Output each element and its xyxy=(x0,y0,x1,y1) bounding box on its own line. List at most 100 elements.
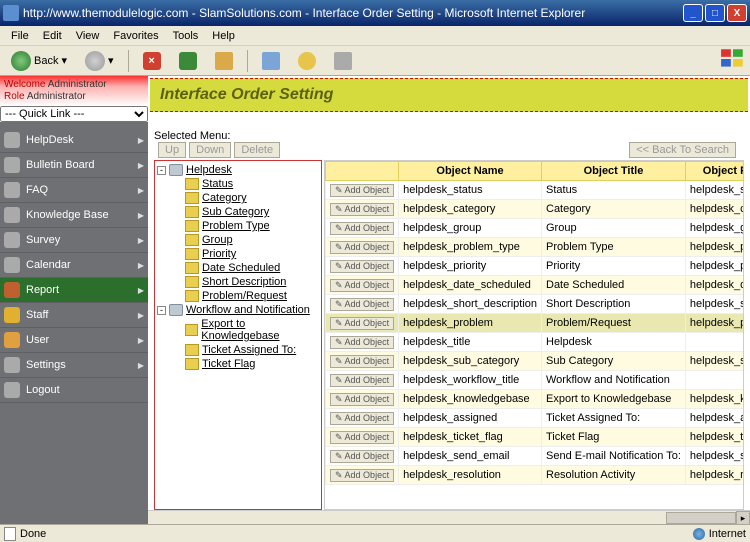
chevron-right-icon: ▶ xyxy=(138,311,144,320)
sidebar-item-helpdesk[interactable]: HelpDesk▶ xyxy=(0,128,148,153)
tree-node-label[interactable]: Short Description xyxy=(202,276,286,288)
tree-node-label[interactable]: Helpdesk xyxy=(186,164,232,176)
add-object-button[interactable]: Add Object xyxy=(330,260,394,273)
tree-node-label[interactable]: Problem Type xyxy=(202,220,270,232)
cell-object-title: Status xyxy=(542,181,686,200)
sidebar-item-settings[interactable]: Settings▶ xyxy=(0,353,148,378)
table-row[interactable]: Add Objecthelpdesk_groupGrouphelpdesk_gr… xyxy=(326,219,745,238)
tree-toggle[interactable]: - xyxy=(157,166,166,175)
sidebar-item-logout[interactable]: Logout xyxy=(0,378,148,403)
tree-node-label[interactable]: Ticket Flag xyxy=(202,358,255,370)
add-object-button[interactable]: Add Object xyxy=(330,279,394,292)
sidebar-item-bulletin-board[interactable]: Bulletin Board▶ xyxy=(0,153,148,178)
add-object-button[interactable]: Add Object xyxy=(330,393,394,406)
tree-node-label[interactable]: Priority xyxy=(202,248,236,260)
table-row[interactable]: Add Objecthelpdesk_priorityPriorityhelpd… xyxy=(326,257,745,276)
search-button[interactable] xyxy=(255,49,287,73)
favorites-button[interactable] xyxy=(291,49,323,73)
back-to-search-button[interactable]: << Back To Search xyxy=(629,142,736,158)
window-minimize-button[interactable]: _ xyxy=(683,4,703,22)
add-object-button[interactable]: Add Object xyxy=(330,241,394,254)
horizontal-scrollbar[interactable]: ▸ xyxy=(148,510,750,524)
menu-file[interactable]: File xyxy=(4,28,36,44)
add-object-button[interactable]: Add Object xyxy=(330,203,394,216)
tree-node-label[interactable]: Group xyxy=(202,234,233,246)
table-row[interactable]: Add Objecthelpdesk_sub_categorySub Categ… xyxy=(326,352,745,371)
cell-action: Add Object xyxy=(326,447,399,466)
grid-pane[interactable]: Object Name Object Title Object Field Na… xyxy=(324,160,744,510)
tree-node-label[interactable]: Export to Knowledgebase xyxy=(201,318,319,342)
table-row[interactable]: Add Objecthelpdesk_send_emailSend E-mail… xyxy=(326,447,745,466)
menu-favorites[interactable]: Favorites xyxy=(106,28,165,44)
table-row[interactable]: Add Objecthelpdesk_categoryCategoryhelpd… xyxy=(326,200,745,219)
table-row[interactable]: Add Objecthelpdesk_problem_typeProblem T… xyxy=(326,238,745,257)
add-object-button[interactable]: Add Object xyxy=(330,450,394,463)
table-row[interactable]: Add Objecthelpdesk_date_scheduledDate Sc… xyxy=(326,276,745,295)
chevron-right-icon: ▶ xyxy=(138,361,144,370)
tree-node-label[interactable]: Problem/Request xyxy=(202,290,287,302)
tree-pane[interactable]: - Helpdesk Status Category Sub Category Probl… xyxy=(154,160,322,510)
sidebar-item-staff[interactable]: Staff▶ xyxy=(0,303,148,328)
sidebar-item-knowledge-base[interactable]: Knowledge Base▶ xyxy=(0,203,148,228)
tree-node-label[interactable]: Workflow and Notification xyxy=(186,304,310,316)
sidebar-item-faq[interactable]: FAQ▶ xyxy=(0,178,148,203)
home-button[interactable] xyxy=(208,49,240,73)
add-object-button[interactable]: Add Object xyxy=(330,298,394,311)
add-object-button[interactable]: Add Object xyxy=(330,222,394,235)
forward-button[interactable]: ▾ xyxy=(78,48,121,74)
cell-object-field-name: helpdesk_priority xyxy=(685,257,744,276)
table-row[interactable]: Add Objecthelpdesk_problemProblem/Reques… xyxy=(326,314,745,333)
window-maximize-button[interactable]: □ xyxy=(705,4,725,22)
table-row[interactable]: Add Objecthelpdesk_assignedTicket Assign… xyxy=(326,409,745,428)
down-button[interactable]: Down xyxy=(189,142,231,158)
tree-node-label[interactable]: Date Scheduled xyxy=(202,262,280,274)
folder-icon xyxy=(169,164,183,176)
sidebar-item-report[interactable]: Report▶ xyxy=(0,278,148,303)
menu-edit[interactable]: Edit xyxy=(36,28,69,44)
cell-object-title: Workflow and Notification xyxy=(542,371,686,390)
add-object-button[interactable]: Add Object xyxy=(330,184,394,197)
tree-node-label[interactable]: Category xyxy=(202,192,247,204)
quicklink-select[interactable]: --- Quick Link --- xyxy=(0,106,148,122)
tree-node-label[interactable]: Sub Category xyxy=(202,206,269,218)
add-object-button[interactable]: Add Object xyxy=(330,317,394,330)
tree-node-label[interactable]: Status xyxy=(202,178,233,190)
add-object-button[interactable]: Add Object xyxy=(330,336,394,349)
table-row[interactable]: Add Objecthelpdesk_workflow_titleWorkflo… xyxy=(326,371,745,390)
menu-view[interactable]: View xyxy=(69,28,107,44)
add-object-button[interactable]: Add Object xyxy=(330,431,394,444)
sidebar-item-survey[interactable]: Survey▶ xyxy=(0,228,148,253)
ie-icon xyxy=(3,5,19,21)
table-row[interactable]: Add Objecthelpdesk_resolutionResolution … xyxy=(326,466,745,485)
tree-node-label[interactable]: Ticket Assigned To: xyxy=(202,344,296,356)
sidebar-item-user[interactable]: User▶ xyxy=(0,328,148,353)
scrollbar-thumb[interactable] xyxy=(666,512,736,524)
add-object-button[interactable]: Add Object xyxy=(330,374,394,387)
menu-help[interactable]: Help xyxy=(205,28,242,44)
scroll-right-button[interactable]: ▸ xyxy=(736,511,750,524)
up-button[interactable]: Up xyxy=(158,142,186,158)
grid-table: Object Name Object Title Object Field Na… xyxy=(325,161,744,485)
stop-button[interactable]: × xyxy=(136,49,168,73)
table-row[interactable]: Add Objecthelpdesk_ticket_flagTicket Fla… xyxy=(326,428,745,447)
add-object-button[interactable]: Add Object xyxy=(330,469,394,482)
table-row[interactable]: Add Objecthelpdesk_statusStatushelpdesk_… xyxy=(326,181,745,200)
delete-button[interactable]: Delete xyxy=(234,142,280,158)
menu-tools[interactable]: Tools xyxy=(166,28,206,44)
back-button[interactable]: Back ▾ xyxy=(4,48,74,74)
window-close-button[interactable]: X xyxy=(727,4,747,22)
tree-toggle[interactable]: - xyxy=(157,306,166,315)
sidebar-item-calendar[interactable]: Calendar▶ xyxy=(0,253,148,278)
table-row[interactable]: Add Objecthelpdesk_short_descriptionShor… xyxy=(326,295,745,314)
print-button[interactable] xyxy=(327,49,359,73)
chevron-right-icon: ▶ xyxy=(138,136,144,145)
folder-icon xyxy=(185,262,199,274)
cell-object-name: helpdesk_knowledgebase xyxy=(399,390,542,409)
add-object-button[interactable]: Add Object xyxy=(330,412,394,425)
table-row[interactable]: Add Objecthelpdesk_knowledgebaseExport t… xyxy=(326,390,745,409)
table-row[interactable]: Add Objecthelpdesk_titleHelpdesk xyxy=(326,333,745,352)
add-object-button[interactable]: Add Object xyxy=(330,355,394,368)
cell-object-name: helpdesk_title xyxy=(399,333,542,352)
refresh-button[interactable] xyxy=(172,49,204,73)
statusbar: Done Internet xyxy=(0,524,750,542)
